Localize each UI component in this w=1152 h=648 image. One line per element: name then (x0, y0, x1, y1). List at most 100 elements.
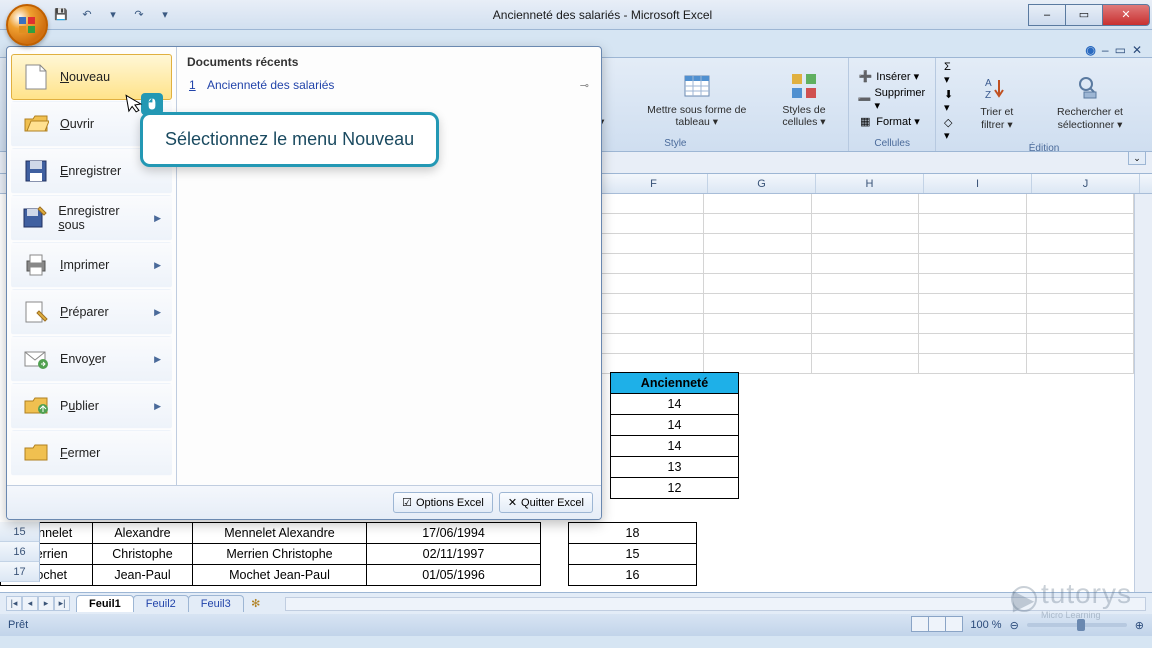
vertical-scrollbar[interactable] (1134, 194, 1152, 592)
svg-text:A: A (985, 78, 992, 89)
menu-publish[interactable]: Publier ▶ (11, 383, 172, 429)
help-icon[interactable]: ◉ (1085, 43, 1095, 57)
qat-dd1[interactable]: ▾ (102, 4, 124, 26)
window-titlebar: 💾 ↶ ▾ ↷ ▾ Ancienneté des salariés - Micr… (0, 0, 1152, 30)
table-cell[interactable]: Mochet Jean-Paul (193, 565, 367, 586)
exit-excel-button[interactable]: ✕Quitter Excel (499, 492, 593, 513)
delete-cells-label: Supprimer ▾ (874, 87, 927, 112)
sheet-nav-last-icon[interactable]: ▸| (54, 596, 70, 611)
menu-send[interactable]: Envoyer ▶ (11, 336, 172, 382)
menu-saveas[interactable]: Enregistrer sous ▶ (11, 195, 172, 241)
table-cell[interactable]: Merrien Christophe (193, 544, 367, 565)
zoom-in-icon[interactable]: ⊕ (1135, 619, 1144, 632)
insert-cells-button[interactable]: ➕Insérer ▾ (855, 68, 929, 86)
table-row[interactable]: Mochet Jean-Paul Mochet Jean-Paul 01/05/… (1, 565, 697, 586)
svg-text:Z: Z (985, 90, 991, 101)
menu-print[interactable]: Imprimer ▶ (11, 242, 172, 288)
table-cell[interactable]: 15 (569, 544, 697, 565)
minimize-button[interactable]: – (1028, 4, 1066, 26)
menu-prepare[interactable]: Préparer ▶ (11, 289, 172, 335)
col-header-G[interactable]: G (708, 174, 816, 193)
table-row[interactable]: Mennelet Alexandre Mennelet Alexandre 17… (1, 523, 697, 544)
new-file-icon (22, 63, 50, 91)
menu-prepare-label: Préparer (60, 305, 109, 319)
qat-redo-icon[interactable]: ↷ (128, 4, 150, 26)
sort-filter-button[interactable]: AZ Trier et filtrer ▾ (968, 70, 1026, 132)
ribbon-close-icon[interactable]: ✕ (1132, 43, 1142, 57)
qat-dd2[interactable]: ▾ (154, 4, 176, 26)
exit-excel-label: Quitter Excel (521, 497, 584, 509)
qat-save-icon[interactable]: 💾 (50, 4, 72, 26)
new-sheet-icon[interactable]: ✻ (247, 597, 265, 610)
excel-options-button[interactable]: ☑ Options Excel (393, 492, 493, 513)
table-cell[interactable]: 01/05/1996 (367, 565, 541, 586)
options-icon: ☑ (402, 496, 412, 509)
sheet-tab-2[interactable]: Feuil2 (133, 595, 189, 612)
sheet-nav-first-icon[interactable]: |◂ (6, 596, 22, 611)
table-cell[interactable]: Christophe (93, 544, 193, 565)
menu-close-label: Fermer (60, 446, 100, 460)
row-header-16[interactable]: 16 (0, 542, 40, 562)
office-menu-footer: ☑ Options Excel ✕Quitter Excel (7, 485, 601, 519)
zoom-level[interactable]: 100 % (970, 619, 1001, 631)
view-buttons[interactable] (911, 616, 962, 635)
table-cell[interactable]: 13 (611, 457, 739, 478)
table-cell[interactable]: 02/11/1997 (367, 544, 541, 565)
autosum-button[interactable]: Σ ▾ (942, 60, 960, 87)
table-row[interactable]: Merrien Christophe Merrien Christophe 02… (1, 544, 697, 565)
ribbon-minimize-icon[interactable]: – (1102, 43, 1109, 57)
ribbon-restore-icon[interactable]: ▭ (1115, 43, 1126, 57)
row-header-17[interactable]: 17 (0, 562, 40, 582)
format-as-table-icon (681, 70, 713, 102)
table-cell[interactable]: Mennelet Alexandre (193, 523, 367, 544)
recent-doc-item[interactable]: 1 Ancienneté des salariés ⊸ (187, 75, 591, 95)
ribbon-group-style-label: Style (664, 138, 686, 151)
table-cell[interactable]: 18 (569, 523, 697, 544)
clear-button[interactable]: ◇ ▾ (942, 115, 960, 143)
fill-icon: ⬇ ▾ (944, 88, 958, 114)
table-cell[interactable]: 14 (611, 394, 739, 415)
find-select-icon (1074, 72, 1106, 104)
col-header-I[interactable]: I (924, 174, 1032, 193)
sheet-tab-bar: |◂ ◂ ▸ ▸| Feuil1 Feuil2 Feuil3 ✻ (0, 592, 1152, 614)
col-header-H[interactable]: H (816, 174, 924, 193)
table-cell[interactable]: Alexandre (93, 523, 193, 544)
table-cell[interactable]: 14 (611, 436, 739, 457)
submenu-arrow-icon: ▶ (154, 307, 161, 318)
cell-styles-button[interactable]: Styles de cellules ▾ (766, 68, 843, 130)
qat-undo-icon[interactable]: ↶ (76, 4, 98, 26)
row-header-15[interactable]: 15 (0, 522, 40, 542)
play-icon: ▶ (1011, 586, 1037, 612)
tutorial-callout-text: Sélectionnez le menu Nouveau (165, 129, 414, 149)
delete-cells-button[interactable]: ➖Supprimer ▾ (855, 86, 929, 113)
format-as-table-button[interactable]: Mettre sous forme de tableau ▾ (636, 68, 758, 130)
office-button[interactable] (6, 4, 48, 46)
close-file-icon (22, 439, 50, 467)
pin-icon[interactable]: ⊸ (580, 79, 589, 92)
col-header-J[interactable]: J (1032, 174, 1140, 193)
maximize-button[interactable]: ▭ (1065, 4, 1103, 26)
excel-options-label: Options Excel (416, 497, 484, 509)
menu-close[interactable]: Fermer (11, 430, 172, 476)
ribbon-expand-icon[interactable]: ⌄ (1128, 151, 1146, 165)
format-cells-button[interactable]: ▦Format ▾ (855, 113, 929, 131)
send-icon (22, 345, 50, 373)
sheet-nav-next-icon[interactable]: ▸ (38, 596, 54, 611)
table-cell[interactable]: 16 (569, 565, 697, 586)
sheet-tab-3[interactable]: Feuil3 (188, 595, 244, 612)
close-button[interactable]: ✕ (1102, 4, 1150, 26)
find-select-button[interactable]: Rechercher et sélectionner ▾ (1034, 70, 1146, 132)
zoom-out-icon[interactable]: ⊖ (1010, 619, 1019, 632)
sheet-nav-prev-icon[interactable]: ◂ (22, 596, 38, 611)
sheet-tab-1[interactable]: Feuil1 (76, 595, 134, 612)
table-cell[interactable]: Jean-Paul (93, 565, 193, 586)
table-cell[interactable]: 17/06/1994 (367, 523, 541, 544)
col-header-F[interactable]: F (600, 174, 708, 193)
table-cell[interactable]: 12 (611, 478, 739, 499)
submenu-arrow-icon: ▶ (154, 354, 161, 365)
fill-button[interactable]: ⬇ ▾ (942, 87, 960, 115)
zoom-slider[interactable] (1027, 623, 1127, 627)
table-cell[interactable]: 14 (611, 415, 739, 436)
format-as-table-label: Mettre sous forme de tableau ▾ (638, 104, 756, 128)
cell-styles-icon (788, 70, 820, 102)
